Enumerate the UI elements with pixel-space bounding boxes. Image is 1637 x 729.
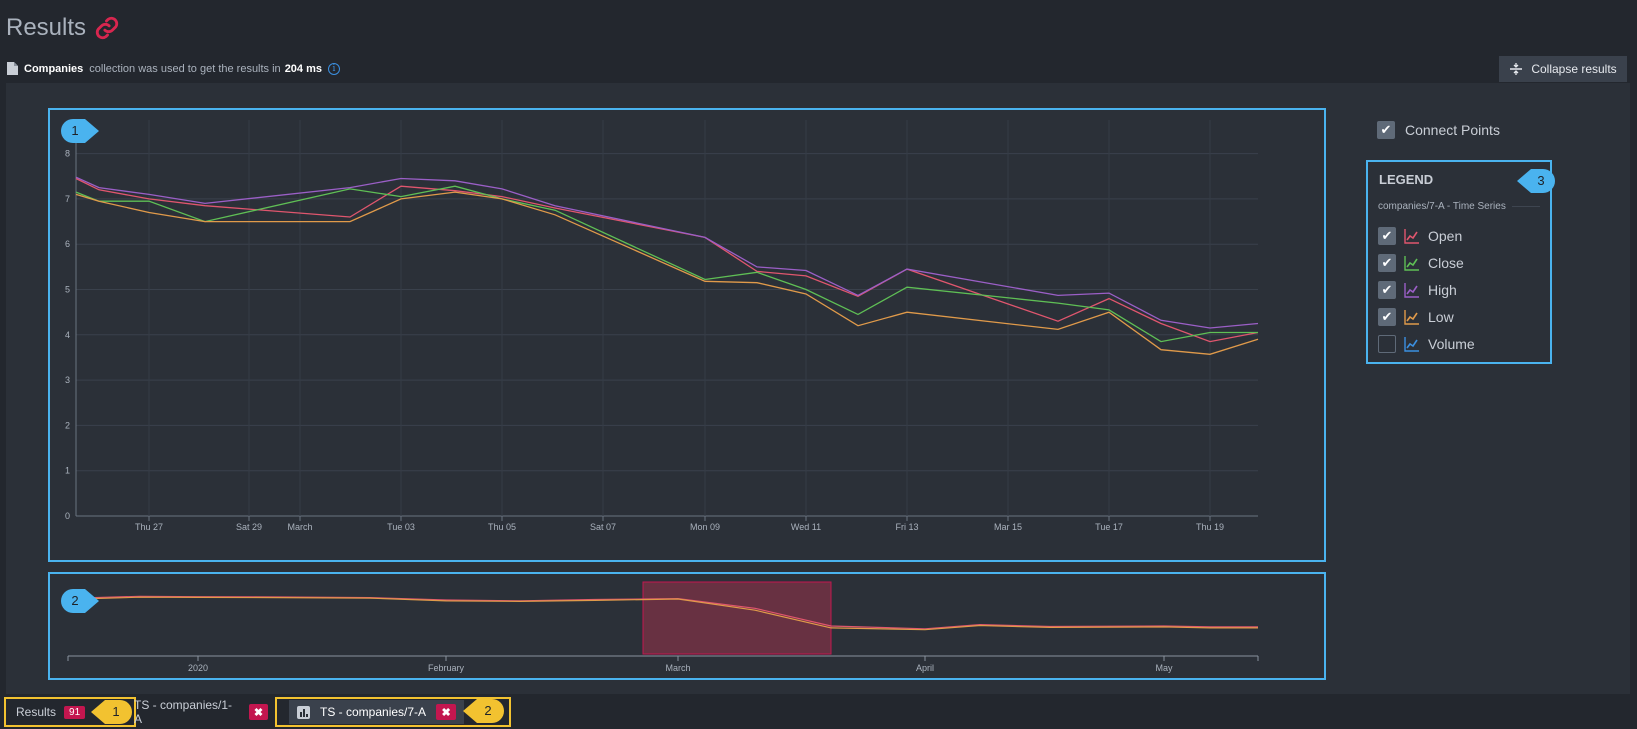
- results-count-badge: 91: [64, 705, 86, 719]
- x-tick-label: Wed 11: [791, 522, 821, 532]
- y-tick-label: 8: [65, 149, 70, 159]
- info-icon[interactable]: i: [328, 62, 340, 75]
- legend-checkbox-open[interactable]: ✔: [1378, 226, 1396, 245]
- legend-label: High: [1428, 281, 1457, 298]
- series-line-icon: [1404, 282, 1419, 298]
- query-time: 204 ms: [284, 62, 322, 75]
- x-tick-label: Sat 29: [236, 522, 262, 532]
- x-tick-label: Tue 03: [387, 522, 415, 532]
- x-tick-label: March: [287, 522, 312, 532]
- x-tick-label: Thu 27: [135, 522, 163, 532]
- legend-panel: LEGEND companies/7-A - Time Series ✔ Open…: [1366, 160, 1555, 364]
- collapse-icon: [1510, 63, 1523, 75]
- overview-range-chart[interactable]: 2020 February March April May 2: [48, 572, 1326, 680]
- overview-x-tick-label: March: [665, 663, 690, 673]
- info-text: collection was used to get the results i…: [89, 62, 281, 75]
- y-tick-label: 1: [65, 466, 70, 476]
- annotation-badge-tab-results: 1: [90, 698, 134, 726]
- connect-points-checkbox[interactable]: ✔: [1377, 121, 1395, 139]
- tab-results-label: Results: [16, 705, 57, 719]
- close-tab-1a-button[interactable]: ✖: [248, 704, 268, 720]
- connect-points-label: Connect Points: [1405, 122, 1500, 138]
- legend-list: ✔ Open ✔ Close ✔ High ✔ Low Volume: [1378, 222, 1540, 357]
- main-chart-svg[interactable]: 0 1 2 3 4 5 6 7 8 Thu 27 Sat 29 March Tue 03 Thu 05 Sa…: [50, 110, 1324, 560]
- legend-series-group: companies/7-A - Time Series: [1378, 201, 1540, 212]
- tab-ts-companies-7a-inner[interactable]: TS - companies/7-A ✖: [289, 700, 465, 724]
- series-line-low[interactable]: [75, 191, 1259, 355]
- overview-x-tick-label: April: [916, 663, 934, 673]
- collection-name: Companies: [24, 62, 84, 75]
- annotation-badge-main-chart: 1: [60, 118, 100, 144]
- annotation-badge-tab-7a: 2: [462, 697, 506, 725]
- y-tick-label: 5: [65, 285, 70, 295]
- legend-label: Volume: [1428, 335, 1475, 352]
- legend-label: Open: [1428, 227, 1463, 244]
- x-tick-label: Mar 15: [994, 522, 1022, 532]
- legend-item-volume[interactable]: Volume: [1378, 330, 1540, 357]
- legend-checkbox-low[interactable]: ✔: [1378, 307, 1396, 326]
- series-line-icon: [1404, 336, 1419, 352]
- chart-icon: [297, 705, 310, 719]
- annotation-badge-overview-chart: 2: [60, 588, 100, 614]
- legend-item-close[interactable]: ✔ Close: [1378, 249, 1540, 276]
- series-line-high[interactable]: [75, 176, 1259, 329]
- page-title: Results: [6, 14, 120, 42]
- y-tick-label: 2: [65, 420, 70, 430]
- series-line-icon: [1404, 228, 1419, 244]
- legend-item-high[interactable]: ✔ High: [1378, 276, 1540, 303]
- collapse-results-label: Collapse results: [1531, 62, 1617, 76]
- range-selection-brush[interactable]: [642, 581, 832, 655]
- overview-x-tick-label: 2020: [188, 663, 208, 673]
- legend-checkbox-close[interactable]: ✔: [1378, 253, 1396, 272]
- x-tick-label: Tue 17: [1095, 522, 1123, 532]
- link-icon[interactable]: [94, 15, 120, 41]
- main-time-series-chart[interactable]: 0 1 2 3 4 5 6 7 8 Thu 27 Sat 29 March Tue 03 Thu 05 Sa…: [48, 108, 1326, 562]
- tab-ts-companies-1a-label: TS - companies/1-A: [134, 698, 233, 726]
- tab-ts-companies-7a-label: TS - companies/7-A: [320, 705, 427, 719]
- legend-checkbox-high[interactable]: ✔: [1378, 280, 1396, 299]
- overview-x-tick-label: February: [428, 663, 465, 673]
- overview-x-tick-label: May: [1155, 663, 1173, 673]
- y-tick-label: 0: [65, 511, 70, 521]
- legend-label: Close: [1428, 254, 1464, 271]
- legend-item-open[interactable]: ✔ Open: [1378, 222, 1540, 249]
- tab-ts-companies-1a[interactable]: TS - companies/1-A ✖: [130, 697, 268, 727]
- results-info: Companies collection was used to get the…: [7, 62, 340, 75]
- y-tick-label: 3: [65, 375, 70, 385]
- x-tick-label: Fri 13: [895, 522, 918, 532]
- page-title-text: Results: [6, 14, 87, 41]
- annotation-badge-legend: 3: [1516, 168, 1556, 194]
- series-line-icon: [1404, 255, 1419, 271]
- y-tick-label: 7: [65, 194, 70, 204]
- document-icon: [7, 62, 18, 75]
- series-line-icon: [1404, 309, 1419, 325]
- legend-series-group-label: companies/7-A - Time Series: [1378, 201, 1506, 212]
- series-line-open[interactable]: [75, 177, 1259, 343]
- x-tick-label: Sat 07: [590, 522, 616, 532]
- x-tick-label: Mon 09: [690, 522, 720, 532]
- legend-checkbox-volume[interactable]: [1378, 334, 1396, 353]
- legend-item-low[interactable]: ✔ Low: [1378, 303, 1540, 330]
- x-tick-label: Thu 05: [488, 522, 516, 532]
- collapse-results-button[interactable]: Collapse results: [1499, 56, 1627, 82]
- legend-label: Low: [1428, 308, 1454, 325]
- connect-points-toggle[interactable]: ✔ Connect Points: [1377, 121, 1500, 139]
- y-tick-label: 6: [65, 239, 70, 249]
- overview-chart-svg[interactable]: 2020 February March April May: [50, 574, 1324, 678]
- x-tick-label: Thu 19: [1196, 522, 1224, 532]
- close-tab-7a-button[interactable]: ✖: [436, 704, 457, 720]
- y-tick-label: 4: [65, 330, 70, 340]
